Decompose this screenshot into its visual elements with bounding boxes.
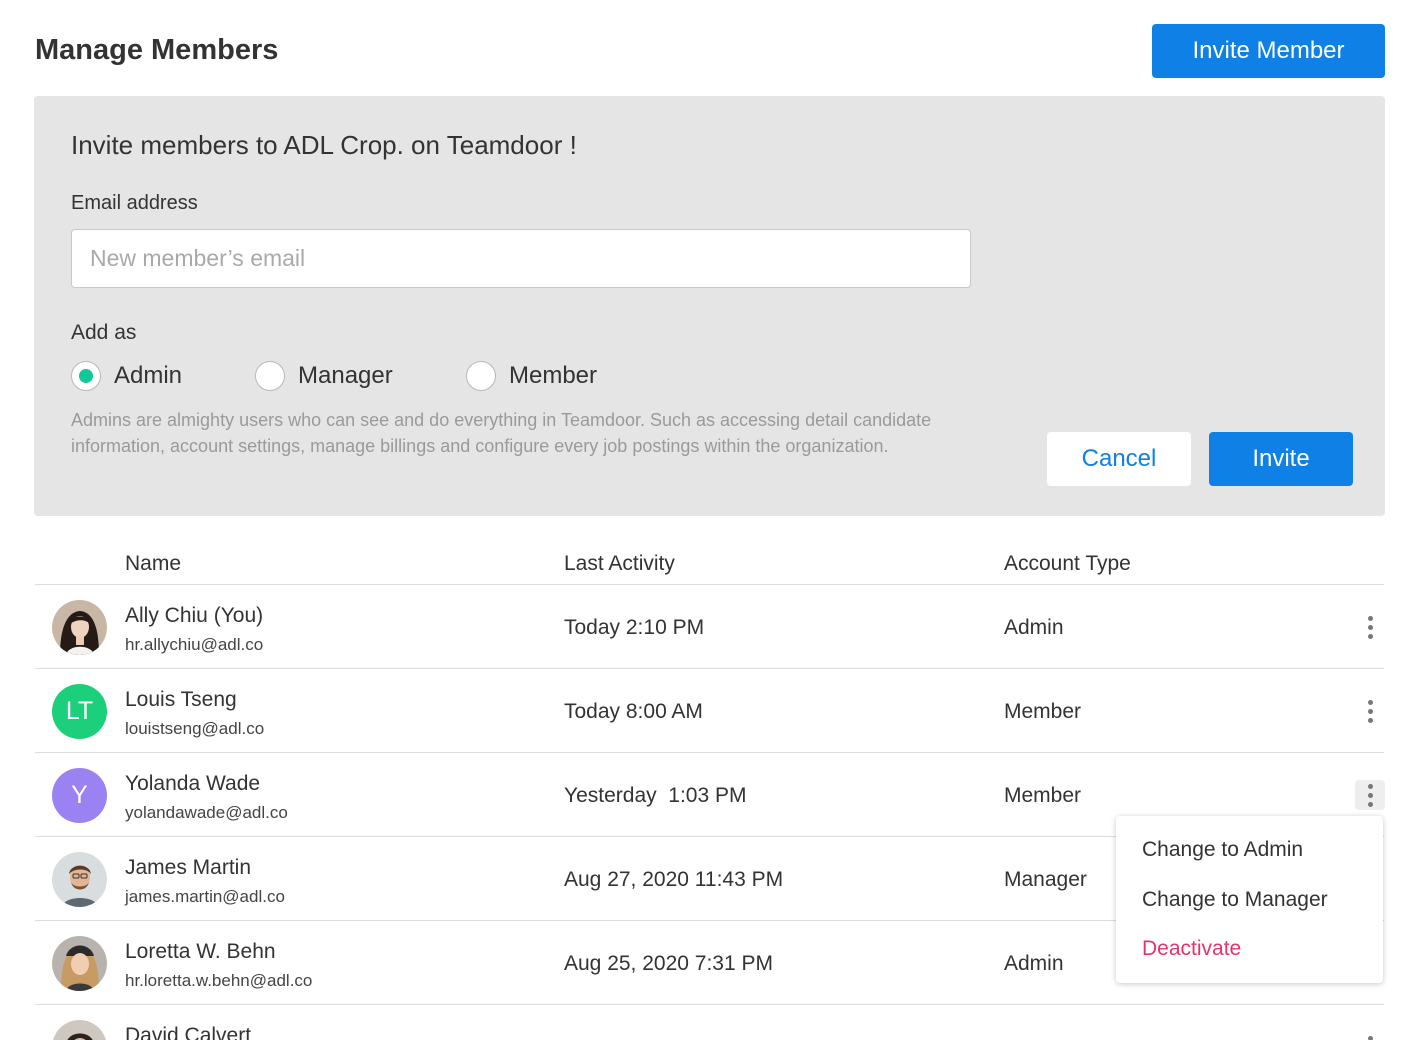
- member-last-activity: Today 8:00 AM: [564, 700, 703, 723]
- member-email: hr.loretta.w.behn@adl.co: [125, 971, 313, 990]
- more-vertical-icon[interactable]: [1355, 612, 1385, 642]
- email-label: Email address: [71, 192, 198, 214]
- member-last-activity: Aug 27, 2020 11:43 PM: [564, 868, 784, 891]
- member-last-activity: Today 2:10 PM: [564, 616, 705, 639]
- member-name: Louis Tseng: [125, 688, 237, 711]
- member-account-type: Member: [1004, 700, 1082, 723]
- invite-panel: Invite members to ADL Crop. on Teamdoor …: [34, 96, 1385, 516]
- member-name: Yolanda Wade: [125, 772, 261, 795]
- role-description: Admins are almighty users who can see an…: [71, 410, 932, 456]
- add-as-label: Add as: [71, 321, 137, 344]
- table-row: David Calvert: [35, 1004, 1384, 1040]
- invite-member-button[interactable]: Invite Member: [1152, 24, 1385, 78]
- avatar: Y: [52, 768, 107, 823]
- member-email: yolandawade@adl.co: [125, 803, 288, 822]
- member-last-activity: Yesterday 1:03 PM: [564, 784, 747, 807]
- member-name: James Martin: [125, 856, 252, 879]
- radio-admin-label: Admin: [114, 362, 183, 389]
- avatar: [52, 852, 107, 907]
- menu-change-to-manager[interactable]: Change to Manager: [1142, 888, 1328, 912]
- radio-selected-icon[interactable]: [71, 361, 101, 391]
- radio-member-label: Member: [509, 362, 598, 389]
- table-row: LT Louis Tseng louistseng@adl.co Today 8…: [35, 668, 1384, 752]
- member-email: hr.allychiu@adl.co: [125, 635, 264, 654]
- invite-button[interactable]: Invite: [1209, 432, 1353, 486]
- email-input[interactable]: [71, 229, 971, 288]
- table-row: Ally Chiu (You) hr.allychiu@adl.co Today…: [35, 584, 1384, 668]
- more-vertical-icon[interactable]: [1355, 780, 1385, 810]
- avatar: [52, 600, 107, 655]
- avatar: LT: [52, 684, 107, 739]
- menu-change-to-admin[interactable]: Change to Admin: [1142, 838, 1303, 862]
- radio-manager[interactable]: Manager: [255, 361, 393, 391]
- radio-admin[interactable]: Admin: [71, 361, 182, 391]
- member-name: David Calvert: [125, 1024, 252, 1040]
- member-account-type: Manager: [1004, 868, 1087, 891]
- avatar: [52, 1020, 107, 1040]
- column-header-name: Name: [125, 552, 182, 575]
- member-email: louistseng@adl.co: [125, 719, 265, 738]
- radio-manager-label: Manager: [298, 362, 393, 389]
- more-vertical-icon[interactable]: [1355, 1032, 1385, 1040]
- radio-member[interactable]: Member: [466, 361, 597, 391]
- member-name: Ally Chiu (You): [125, 604, 264, 627]
- menu-deactivate[interactable]: Deactivate: [1142, 937, 1241, 961]
- avatar: [52, 936, 107, 991]
- member-account-type: Admin: [1004, 952, 1064, 975]
- column-header-account-type: Account Type: [1004, 552, 1131, 575]
- radio-unselected-icon[interactable]: [466, 361, 496, 391]
- radio-unselected-icon[interactable]: [255, 361, 285, 391]
- member-account-type: Member: [1004, 784, 1082, 807]
- page-title: Manage Members: [35, 34, 279, 66]
- invite-panel-title: Invite members to ADL Crop. on Teamdoor …: [71, 130, 577, 160]
- more-vertical-icon[interactable]: [1355, 696, 1385, 726]
- row-actions-menu: Change to Admin Change to Manager Deacti…: [1116, 816, 1383, 983]
- member-account-type: Admin: [1004, 616, 1064, 639]
- member-email: james.martin@adl.co: [125, 887, 285, 906]
- member-last-activity: Aug 25, 2020 7:31 PM: [564, 952, 773, 975]
- manage-members-page: Manage Members Invite Member Invite memb…: [0, 0, 1420, 1040]
- cancel-button[interactable]: Cancel: [1047, 432, 1191, 486]
- member-name: Loretta W. Behn: [125, 940, 276, 963]
- column-header-last-activity: Last Activity: [564, 552, 675, 575]
